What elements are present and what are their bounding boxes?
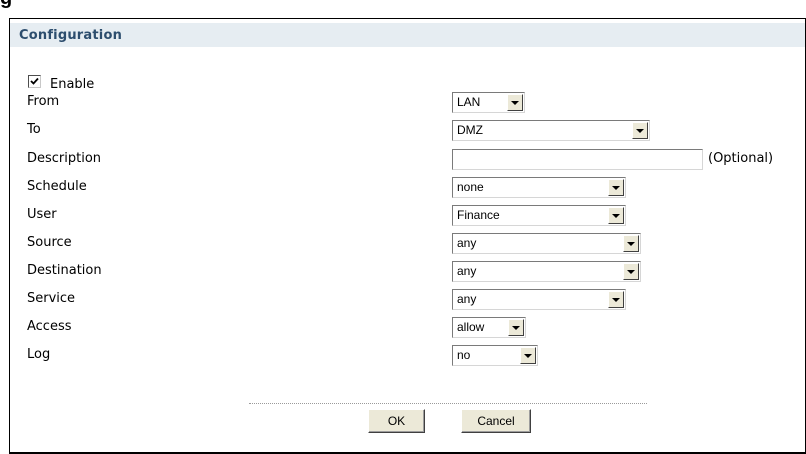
destination-dropdown-button[interactable]: [623, 263, 639, 280]
access-label: Access: [27, 319, 72, 334]
log-select[interactable]: no: [452, 345, 538, 366]
configuration-panel: Configuration Enable From LAN To DMZ Des…: [9, 18, 806, 454]
to-select-value: DMZ: [457, 123, 483, 137]
chevron-down-icon: [627, 242, 635, 246]
panel-header: Configuration: [10, 23, 805, 47]
service-dropdown-button[interactable]: [608, 291, 624, 308]
from-dropdown-button[interactable]: [507, 94, 523, 111]
user-select-value: Finance: [457, 208, 500, 222]
log-dropdown-button[interactable]: [520, 347, 536, 364]
check-icon: [30, 77, 39, 85]
schedule-select-value: none: [457, 180, 484, 194]
destination-label: Destination: [27, 263, 102, 278]
to-dropdown-button[interactable]: [632, 122, 648, 139]
from-select-value: LAN: [457, 95, 481, 109]
source-select-value: any: [457, 236, 477, 250]
chevron-down-icon: [636, 129, 644, 133]
chevron-down-icon: [627, 270, 635, 274]
enable-checkbox[interactable]: [28, 75, 41, 88]
enable-label: Enable: [50, 77, 95, 92]
panel-title: Configuration: [19, 28, 123, 43]
service-label: Service: [27, 291, 76, 306]
chevron-down-icon: [612, 186, 620, 190]
user-label: User: [27, 207, 57, 222]
to-label: To: [27, 122, 41, 137]
user-dropdown-button[interactable]: [608, 207, 624, 224]
source-select[interactable]: any: [452, 233, 641, 254]
description-label: Description: [27, 151, 102, 166]
destination-select-value: any: [457, 264, 477, 278]
description-input[interactable]: [452, 149, 703, 170]
service-select-value: any: [457, 292, 477, 306]
access-dropdown-button[interactable]: [508, 319, 524, 336]
cancel-button[interactable]: Cancel: [461, 409, 531, 433]
chevron-down-icon: [524, 354, 532, 358]
source-dropdown-button[interactable]: [623, 235, 639, 252]
ok-button[interactable]: OK: [368, 409, 425, 433]
to-select[interactable]: DMZ: [452, 120, 650, 141]
chevron-down-icon: [612, 214, 620, 218]
destination-select[interactable]: any: [452, 261, 641, 282]
description-optional-hint: (Optional): [708, 151, 774, 166]
chevron-down-icon: [511, 101, 519, 105]
access-select[interactable]: allow: [452, 317, 526, 338]
schedule-label: Schedule: [27, 179, 87, 194]
chevron-down-icon: [612, 298, 620, 302]
schedule-select[interactable]: none: [452, 177, 626, 198]
from-label: From: [27, 94, 60, 109]
log-label: Log: [27, 347, 51, 362]
page-heading-fragment: g: [0, 0, 12, 8]
source-label: Source: [27, 235, 72, 250]
user-select[interactable]: Finance: [452, 205, 626, 226]
chevron-down-icon: [512, 326, 520, 330]
service-select[interactable]: any: [452, 289, 626, 310]
button-divider: [249, 403, 647, 404]
schedule-dropdown-button[interactable]: [608, 179, 624, 196]
from-select[interactable]: LAN: [452, 92, 525, 113]
log-select-value: no: [457, 348, 471, 362]
access-select-value: allow: [457, 320, 485, 334]
